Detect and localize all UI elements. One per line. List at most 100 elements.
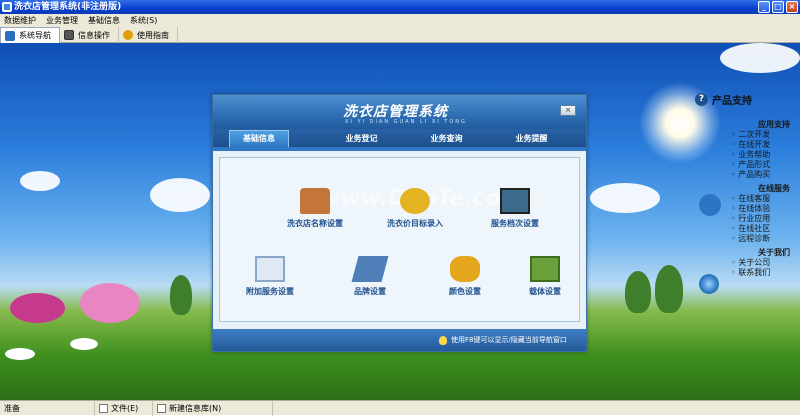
bird-icon [699,194,721,216]
panel-title: 洗衣店管理系统 [343,104,448,120]
coins-icon [400,188,430,214]
link-item[interactable]: 在线社区 [731,224,800,234]
footer-hint: 使用F8键可以显示/隐藏当前导航窗口 [451,336,567,344]
tab-basic-info[interactable]: 基础信息 [229,130,289,147]
house-icon [300,188,330,214]
section-title: 在线服务 [758,184,790,193]
link-item[interactable]: 关于公司 [731,258,800,268]
menu-bar: 数据维护 业务管理 基础信息 系统(S) [0,14,800,27]
link-item[interactable]: 在线开发 [731,140,800,150]
status-new-library[interactable]: 新建信息库(N) [153,400,273,416]
white-flower [5,348,35,360]
cloud [720,43,800,73]
panel-footer: 使用F8键可以显示/隐藏当前导航窗口 [213,329,586,351]
tab-label: 系统导航 [19,31,51,40]
menu-data-maintenance[interactable]: 数据维护 [4,14,36,27]
pink-flower [80,283,140,323]
tab-user-guide[interactable]: 使用指南 [119,27,178,43]
status-newlib-label: 新建信息库(N) [169,403,222,413]
tree [170,275,192,315]
panel-body: www.DuoTe.com 洗衣店名称设置 洗衣价目标录入 服务档次设置 附加服… [219,157,580,322]
color-setting[interactable]: 颜色设置 [420,256,510,297]
cloud [150,178,210,212]
tab-business-query[interactable]: 业务查询 [404,131,489,147]
coin-stack-icon [450,256,480,282]
lightbulb-icon [439,336,447,345]
monitor-icon [500,188,530,214]
title-bar: 洗衣店管理系统(非注册版) _ □ × [0,0,800,14]
panel-header: 洗衣店管理系统 XI YI DIAN GUAN LI XI TONG × [213,95,586,129]
shop-name-setting[interactable]: 洗衣店名称设置 [270,188,360,229]
link-item[interactable]: 产品购买 [731,170,800,180]
tab-business-register[interactable]: 业务登记 [319,131,404,147]
panel-tabs: 基础信息 业务登记 业务查询 业务提醒 [213,129,586,147]
status-file[interactable]: 文件(E) [95,400,153,416]
service-level-setting[interactable]: 服务档次设置 [470,188,560,229]
item-label: 载体设置 [529,287,561,296]
document-icon [255,256,285,282]
tab-info-operation[interactable]: 信息操作 [60,27,119,43]
tab-business-reminder[interactable]: 业务提醒 [489,131,574,147]
item-label: 品牌设置 [354,287,386,296]
link-item[interactable]: 产品形式 [731,160,800,170]
panel-close-button[interactable]: × [560,105,576,116]
tab-system-navigation[interactable]: 系统导航 [0,27,60,43]
item-label: 洗衣价目标录入 [387,219,443,228]
link-item[interactable]: 远程诊断 [731,234,800,244]
file-icon [99,403,108,413]
tree [655,265,683,313]
item-label: 洗衣店名称设置 [287,219,343,228]
tree [625,271,651,313]
brand-setting[interactable]: 品牌设置 [325,256,415,297]
link-item[interactable]: 在线体验 [731,204,800,214]
status-file-label: 文件(E) [111,403,139,413]
link-item[interactable]: 行业应用 [731,214,800,224]
link-item[interactable]: 在线客服 [731,194,800,204]
panel-strip [213,147,586,151]
item-label: 服务档次设置 [491,219,539,228]
support-title: 产品支持 [712,96,752,107]
menu-system[interactable]: 系统(S) [130,14,157,27]
extra-service-setting[interactable]: 附加服务设置 [225,256,315,297]
menu-business-management[interactable]: 业务管理 [46,14,78,27]
close-button[interactable]: × [786,1,798,13]
link-list: 在线客服 在线体验 行业应用 在线社区 远程诊断 [731,194,800,244]
panel-subtitle: XI YI DIAN GUAN LI XI TONG [345,119,467,125]
menu-basic-info[interactable]: 基础信息 [88,14,120,27]
section-title: 关于我们 [758,248,790,257]
window-title: 洗衣店管理系统(非注册版) [14,2,122,12]
monitor-icon [5,30,15,41]
toolbar: 系统导航 信息操作 使用指南 [0,27,800,43]
status-ready: 准备 [0,400,95,416]
item-label: 附加服务设置 [246,287,294,296]
item-label: 颜色设置 [449,287,481,296]
support-header: ? 产品支持 [695,92,800,107]
question-icon: ? [695,93,708,106]
white-flower [70,338,98,350]
pink-flower [10,293,65,323]
status-text: 准备 [4,403,20,413]
maximize-button[interactable]: □ [772,1,784,13]
minimize-button[interactable]: _ [758,1,770,13]
link-list: 关于公司 联系我们 [731,258,800,278]
app-icon [2,2,12,12]
cloud [590,183,660,213]
pen-icon [351,256,389,282]
status-bar: 准备 文件(E) 新建信息库(N) [0,400,800,416]
product-support-sidebar: ? 产品支持 应用支持 二次开发 在线开发 业务帮助 产品形式 产品购买 在线服… [695,92,800,294]
link-item[interactable]: 二次开发 [731,130,800,140]
navigation-panel: 洗衣店管理系统 XI YI DIAN GUAN LI XI TONG × 基础信… [212,94,587,352]
link-list: 二次开发 在线开发 业务帮助 产品形式 产品购买 [731,130,800,180]
price-entry[interactable]: 洗衣价目标录入 [370,188,460,229]
link-item[interactable]: 联系我们 [731,268,800,278]
section-title: 应用支持 [758,120,790,129]
box-icon [530,256,560,282]
cloud [20,171,60,191]
carrier-setting[interactable]: 载体设置 [500,256,590,297]
new-document-icon [157,403,166,413]
window-icon [64,30,74,40]
tab-label: 信息操作 [78,30,110,40]
globe-icon [699,274,719,294]
link-item[interactable]: 业务帮助 [731,150,800,160]
tab-label: 使用指南 [137,30,169,40]
